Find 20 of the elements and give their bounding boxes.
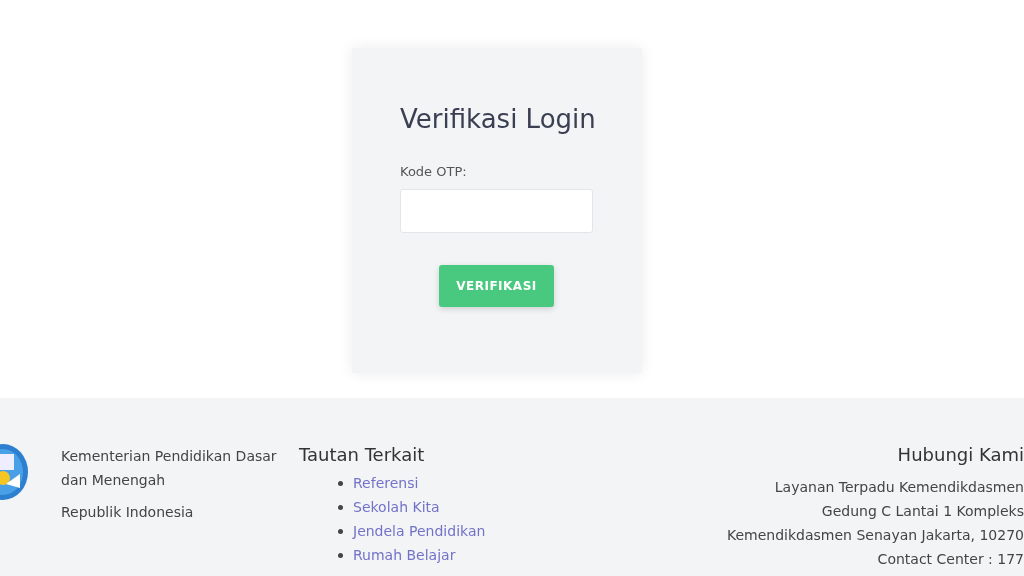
footer-link[interactable]: Jendela Pendidikan xyxy=(353,523,486,539)
footer-link[interactable]: Rumah Belajar xyxy=(353,547,456,563)
bullet-icon xyxy=(338,480,343,486)
otp-input-field[interactable] xyxy=(400,189,593,233)
contact-text: Contact Center : 177 xyxy=(876,550,1024,569)
contact-text: Layanan Terpadu Kemendikdasmen xyxy=(773,478,1024,497)
contact-text: Gedung C Lantai 1 Kompleks xyxy=(820,502,1024,521)
footer-link[interactable]: Referensi xyxy=(353,475,419,491)
org-text: Republik Indonesia xyxy=(61,503,195,522)
contact-text: Kemendikdasmen Senayan Jakarta, 10270 xyxy=(726,526,1024,545)
bullet-icon xyxy=(338,552,343,558)
footer-link[interactable]: Sekolah Kita xyxy=(353,499,440,515)
bullet-icon xyxy=(338,504,343,510)
otp-label: Kode OTP: xyxy=(400,164,468,179)
links-heading: Tautan Terkait xyxy=(299,444,426,465)
verify-button[interactable]: VERIFIKASI xyxy=(439,265,554,307)
login-title: Verifikasi Login xyxy=(400,104,594,134)
bullet-icon xyxy=(338,528,343,534)
org-text: Kementerian Pendidikan Dasar dan Menengah xyxy=(61,447,278,490)
contact-heading: Hubungi Kami xyxy=(896,444,1024,465)
